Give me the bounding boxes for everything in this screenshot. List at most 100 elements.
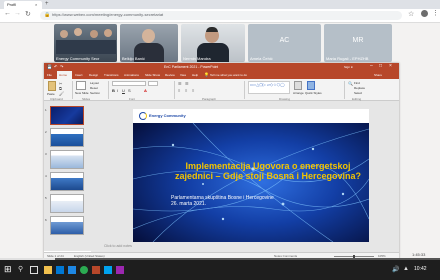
font-size-select[interactable] bbox=[148, 81, 158, 86]
notes-placeholder[interactable]: Click to add notes bbox=[104, 244, 132, 248]
slide-thumbnail-selected[interactable] bbox=[50, 106, 84, 125]
sign-in-link[interactable]: Sign in bbox=[344, 65, 353, 69]
slide-thumbnail[interactable] bbox=[50, 194, 84, 213]
slide-subtitle-line2: 26. marta 2021. bbox=[171, 201, 207, 207]
new-tab-icon[interactable]: + bbox=[45, 1, 49, 7]
mail-icon[interactable] bbox=[68, 266, 76, 274]
select-button[interactable]: Select bbox=[354, 91, 362, 95]
edge-icon[interactable] bbox=[56, 266, 64, 274]
tab-review[interactable]: Review bbox=[165, 73, 175, 77]
participant-tile[interactable]: Energy Community Secr bbox=[54, 24, 117, 62]
new-slide-button-label[interactable]: New Slide bbox=[75, 91, 89, 95]
save-icon[interactable]: 💾 bbox=[47, 64, 52, 69]
tab-file[interactable]: File bbox=[47, 73, 52, 77]
tab-animations[interactable]: Animations bbox=[124, 73, 139, 77]
tab-design[interactable]: Design bbox=[89, 73, 98, 77]
thumb-number: 4 bbox=[45, 174, 47, 178]
align-right-icon[interactable]: ≡ bbox=[192, 88, 194, 93]
file-explorer-icon[interactable] bbox=[44, 266, 52, 274]
tab-view[interactable]: View bbox=[180, 73, 186, 77]
tab-home[interactable]: Home bbox=[57, 71, 72, 79]
minimize-icon[interactable]: – bbox=[370, 63, 373, 69]
strikethrough-icon[interactable]: S bbox=[128, 88, 131, 93]
undo-icon[interactable]: ↶ bbox=[54, 64, 57, 69]
align-center-icon[interactable]: ≡ bbox=[185, 88, 187, 93]
forward-icon[interactable]: → bbox=[14, 10, 21, 17]
participant-tile[interactable]: Nermin Mandra bbox=[181, 24, 245, 62]
italic-icon[interactable]: I bbox=[117, 88, 118, 93]
format-painter-icon[interactable]: 🖌 bbox=[59, 91, 64, 96]
network-icon[interactable]: ▲ bbox=[403, 266, 409, 272]
layout-button[interactable]: Layout bbox=[90, 81, 99, 85]
new-slide-icon[interactable] bbox=[76, 81, 86, 90]
redo-icon[interactable]: ↷ bbox=[60, 64, 63, 69]
slide-thumbnail[interactable] bbox=[50, 128, 84, 147]
paste-icon[interactable] bbox=[48, 81, 56, 91]
browser-tab[interactable]: Profil × bbox=[4, 1, 42, 9]
find-button[interactable]: Find bbox=[354, 81, 360, 85]
app-icon[interactable] bbox=[116, 266, 124, 274]
share-button[interactable]: Share bbox=[374, 73, 382, 77]
font-name-select[interactable] bbox=[112, 81, 146, 86]
webex-icon[interactable] bbox=[104, 266, 112, 274]
profile-avatar[interactable] bbox=[421, 10, 428, 17]
start-icon[interactable]: ⊞ bbox=[4, 264, 12, 275]
arrange-icon[interactable] bbox=[294, 81, 302, 90]
maximize-icon[interactable]: □ bbox=[379, 63, 382, 69]
reload-icon[interactable]: ↻ bbox=[25, 10, 31, 18]
browser-tab-bar bbox=[0, 0, 440, 9]
powerpoint-taskbar-icon[interactable] bbox=[92, 266, 100, 274]
underline-icon[interactable]: U bbox=[122, 88, 125, 93]
participant-name: Amela Čehić bbox=[250, 56, 273, 61]
screen: Profil × + ← → ↻ 🔒 https://www.webex.com… bbox=[0, 0, 440, 280]
participant-tile[interactable]: MR Maria Rugač - EPHZHB bbox=[324, 24, 392, 62]
slide-thumbnail[interactable] bbox=[50, 216, 84, 235]
ribbon: Paste ✂ ⧉ 🖌 Clipboard New Slide Layout R… bbox=[44, 79, 399, 101]
bold-icon[interactable]: B bbox=[112, 88, 115, 93]
tab-close-icon[interactable]: × bbox=[35, 2, 37, 7]
taskbar-clock[interactable]: 10:42 bbox=[414, 266, 427, 272]
chrome-icon[interactable] bbox=[80, 266, 88, 274]
search-icon[interactable]: ⚲ bbox=[18, 265, 23, 273]
ribbon-tabs: File Home Insert Design Transitions Anim… bbox=[44, 71, 399, 79]
thumb-number: 3 bbox=[45, 152, 47, 156]
participant-bodies bbox=[56, 40, 116, 54]
url-text: https://www.webex.com/meeting/energy-com… bbox=[52, 13, 164, 17]
align-left-icon[interactable]: ≡ bbox=[178, 88, 180, 93]
tell-me-search[interactable]: Tell me what you want to do bbox=[210, 73, 247, 77]
browser-menu-icon[interactable]: ⋮ bbox=[432, 9, 439, 17]
task-view-icon[interactable] bbox=[30, 266, 38, 274]
slide-thumbnail[interactable] bbox=[50, 150, 84, 169]
quick-styles-button[interactable]: Quick Styles bbox=[305, 91, 322, 95]
participant-tile[interactable]: Belkijo Banić bbox=[120, 24, 178, 62]
slide-thumbnails-pane: 1 2 3 4 5 6 bbox=[44, 101, 91, 251]
close-icon[interactable]: × bbox=[389, 63, 392, 69]
participant-hair bbox=[206, 27, 218, 32]
shapes-gallery[interactable]: ▭○△⬠▷ ▱◇☆⬡◯ bbox=[248, 81, 290, 94]
reset-button[interactable]: Reset bbox=[90, 86, 98, 90]
tab-transitions[interactable]: Transitions bbox=[104, 73, 119, 77]
paste-button-label[interactable]: Paste bbox=[47, 92, 55, 96]
participant-tile[interactable]: AC Amela Čehić bbox=[248, 24, 321, 62]
ppt-window-title: EnC Parliament 2021 - PowerPoint bbox=[164, 65, 219, 69]
back-icon[interactable]: ← bbox=[4, 10, 11, 17]
volume-icon[interactable]: 🔊 bbox=[392, 266, 399, 273]
arrange-button[interactable]: Arrange bbox=[293, 91, 304, 95]
address-bar[interactable]: 🔒 https://www.webex.com/meeting/energy-c… bbox=[40, 11, 402, 20]
bookmark-star-icon[interactable]: ☆ bbox=[408, 10, 414, 18]
tab-slide-show[interactable]: Slide Show bbox=[145, 73, 160, 77]
tab-insert[interactable]: Insert bbox=[75, 73, 83, 77]
font-color-icon[interactable]: A bbox=[144, 88, 147, 93]
energy-community-logo bbox=[139, 112, 147, 120]
participant-face bbox=[104, 29, 112, 37]
participant-initials: MR bbox=[352, 37, 364, 44]
participant-face bbox=[60, 30, 68, 38]
main-slide[interactable]: Energy Community Implementacija Ugovora … bbox=[133, 109, 369, 242]
section-button[interactable]: Section bbox=[90, 91, 100, 95]
slide-thumbnail[interactable] bbox=[50, 172, 84, 191]
replace-button[interactable]: Replace bbox=[354, 86, 365, 90]
tab-help[interactable]: Help bbox=[192, 73, 198, 77]
quick-styles-icon[interactable] bbox=[307, 81, 315, 90]
numbering-icon[interactable]: ☰ bbox=[185, 81, 189, 86]
bullets-icon[interactable]: ☰ bbox=[178, 81, 182, 86]
